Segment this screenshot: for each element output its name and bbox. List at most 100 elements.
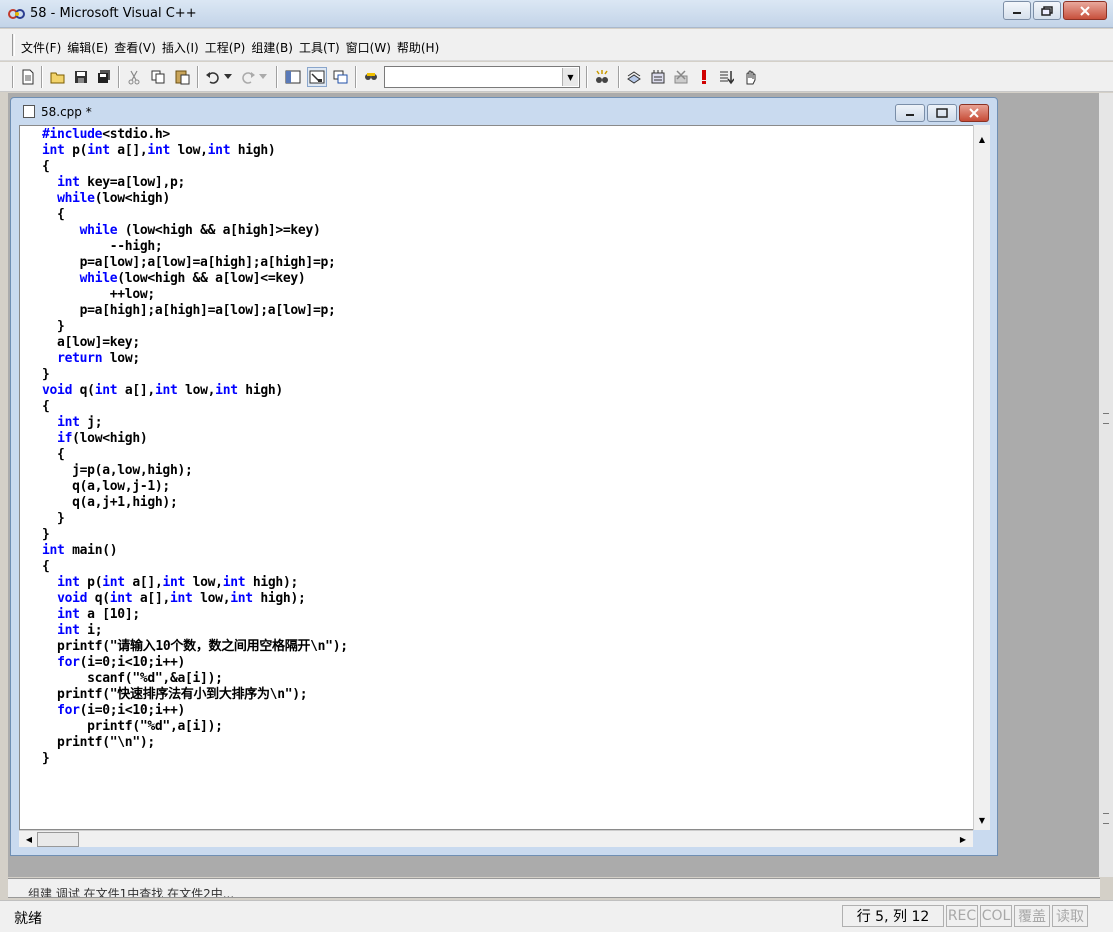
compile-icon <box>627 71 641 84</box>
code-editor[interactable]: #include<stdio.h> int p(int a[],int low,i… <box>19 125 983 830</box>
go-button[interactable] <box>716 67 736 87</box>
menu-help[interactable]: 帮助(H) <box>396 39 444 56</box>
find-in-files-button[interactable] <box>361 67 381 87</box>
output-panel[interactable]: 组建 调试 在文件1中查找 在文件2中... <box>8 878 1100 898</box>
code-line[interactable]: void q(int a[],int low,int high); <box>42 591 348 607</box>
code-line[interactable]: q(a,low,j-1); <box>42 479 348 495</box>
code-line[interactable]: { <box>42 447 348 463</box>
horizontal-scroll-thumb[interactable] <box>37 832 79 847</box>
code-line[interactable]: } <box>42 511 348 527</box>
code-line[interactable]: int i; <box>42 623 348 639</box>
undo-button[interactable] <box>203 67 223 87</box>
menu-window[interactable]: 窗口(W) <box>345 39 396 56</box>
paste-button[interactable] <box>172 67 192 87</box>
breakpoint-button[interactable] <box>740 67 760 87</box>
code-line[interactable]: { <box>42 399 348 415</box>
menu-project[interactable]: 工程(P) <box>204 39 251 56</box>
open-button[interactable] <box>48 67 68 87</box>
menu-edit[interactable]: 编辑(E) <box>66 39 113 56</box>
document-title-bar[interactable]: 58.cpp * <box>11 98 997 125</box>
save-button[interactable] <box>71 67 91 87</box>
scroll-right-button[interactable]: ▶ <box>955 831 971 847</box>
code-line[interactable]: } <box>42 319 348 335</box>
code-line[interactable]: { <box>42 159 348 175</box>
doc-close-button[interactable] <box>959 104 989 122</box>
menu-view[interactable]: 查看(V) <box>113 39 161 56</box>
minimize-button[interactable] <box>1003 1 1031 20</box>
stop-build-button[interactable] <box>671 67 691 87</box>
code-line[interactable]: int p(int a[],int low,int high); <box>42 575 348 591</box>
code-line[interactable]: int main() <box>42 543 348 559</box>
redo-dropdown-button[interactable] <box>257 67 269 87</box>
code-line[interactable]: while(low<high) <box>42 191 348 207</box>
window-title: 58 - Microsoft Visual C++ <box>30 6 197 21</box>
code-line[interactable]: void q(int a[],int low,int high) <box>42 383 348 399</box>
code-line[interactable]: { <box>42 207 348 223</box>
code-line[interactable]: p=a[high];a[high]=a[low];a[low]=p; <box>42 303 348 319</box>
find-combo[interactable]: ▼ <box>384 66 580 88</box>
toolbar-grip[interactable] <box>12 66 14 88</box>
vertical-scrollbar[interactable]: ▲ ▼ <box>973 125 990 830</box>
maximize-button[interactable] <box>1033 1 1061 20</box>
menu-tools[interactable]: 工具(T) <box>298 39 345 56</box>
new-file-button[interactable] <box>18 67 38 87</box>
menubar-grip[interactable] <box>12 34 15 56</box>
doc-maximize-button[interactable] <box>927 104 957 122</box>
code-line[interactable]: return low; <box>42 351 348 367</box>
workspace-button[interactable] <box>283 67 303 87</box>
horizontal-scrollbar[interactable]: ◀ ▶ <box>19 830 973 847</box>
code-line[interactable]: printf("请输入10个数，数之间用空格隔开\n"); <box>42 639 348 655</box>
output-button[interactable] <box>307 67 327 87</box>
status-col: COL <box>980 905 1012 927</box>
document-window[interactable]: 58.cpp * #include<stdio.h> int p(int a[],… <box>10 97 998 856</box>
code-line[interactable]: printf("快速排序法有小到大排序为\n"); <box>42 687 348 703</box>
code-line[interactable]: j=p(a,low,high); <box>42 463 348 479</box>
code-line[interactable]: if(low<high) <box>42 431 348 447</box>
find-in-files-icon <box>365 73 377 80</box>
code-line[interactable]: for(i=0;i<10;i++) <box>42 655 348 671</box>
build-button[interactable] <box>648 67 668 87</box>
scroll-left-button[interactable]: ◀ <box>21 831 37 847</box>
menu-file[interactable]: 文件(F) <box>20 39 66 56</box>
save-all-button[interactable] <box>94 67 114 87</box>
code-line[interactable]: } <box>42 751 348 767</box>
code-line[interactable]: } <box>42 527 348 543</box>
code-text[interactable]: #include<stdio.h> int p(int a[],int low,i… <box>42 127 348 767</box>
execute-button[interactable] <box>694 67 714 87</box>
code-line[interactable]: for(i=0;i<10;i++) <box>42 703 348 719</box>
window-list-button[interactable] <box>331 67 351 87</box>
code-line[interactable]: while (low<high && a[high]>=key) <box>42 223 348 239</box>
code-line[interactable]: int a [10]; <box>42 607 348 623</box>
menu-insert[interactable]: 插入(I) <box>161 39 204 56</box>
undo-dropdown-button[interactable] <box>222 67 234 87</box>
code-line[interactable]: int j; <box>42 415 348 431</box>
close-button[interactable] <box>1063 1 1107 20</box>
find-combo-dropdown[interactable]: ▼ <box>562 68 578 86</box>
scroll-up-button[interactable]: ▲ <box>974 131 990 147</box>
menu-build[interactable]: 组建(B) <box>250 39 298 56</box>
code-line[interactable]: { <box>42 559 348 575</box>
document-name: 58.cpp * <box>41 105 92 119</box>
find-button[interactable] <box>592 67 612 87</box>
code-line[interactable]: #include<stdio.h> <box>42 127 348 143</box>
code-line[interactable]: a[low]=key; <box>42 335 348 351</box>
code-line[interactable]: printf("\n"); <box>42 735 348 751</box>
code-line[interactable]: scanf("%d",&a[i]); <box>42 671 348 687</box>
compile-button[interactable] <box>624 67 644 87</box>
code-line[interactable]: --high; <box>42 239 348 255</box>
code-line[interactable]: int key=a[low],p; <box>42 175 348 191</box>
code-line[interactable]: p=a[low];a[low]=a[high];a[high]=p; <box>42 255 348 271</box>
code-line[interactable]: printf("%d",a[i]); <box>42 719 348 735</box>
cut-button[interactable] <box>124 67 144 87</box>
status-readonly: 读取 <box>1052 905 1088 927</box>
code-line[interactable]: } <box>42 367 348 383</box>
code-line[interactable]: ++low; <box>42 287 348 303</box>
copy-button[interactable] <box>148 67 168 87</box>
scroll-down-button[interactable]: ▼ <box>974 812 990 828</box>
code-line[interactable]: while(low<high && a[low]<=key) <box>42 271 348 287</box>
redo-button[interactable] <box>238 67 258 87</box>
code-line[interactable]: int p(int a[],int low,int high) <box>42 143 348 159</box>
output-tabs[interactable]: 组建 调试 在文件1中查找 在文件2中... <box>28 885 234 897</box>
doc-minimize-button[interactable] <box>895 104 925 122</box>
code-line[interactable]: q(a,j+1,high); <box>42 495 348 511</box>
